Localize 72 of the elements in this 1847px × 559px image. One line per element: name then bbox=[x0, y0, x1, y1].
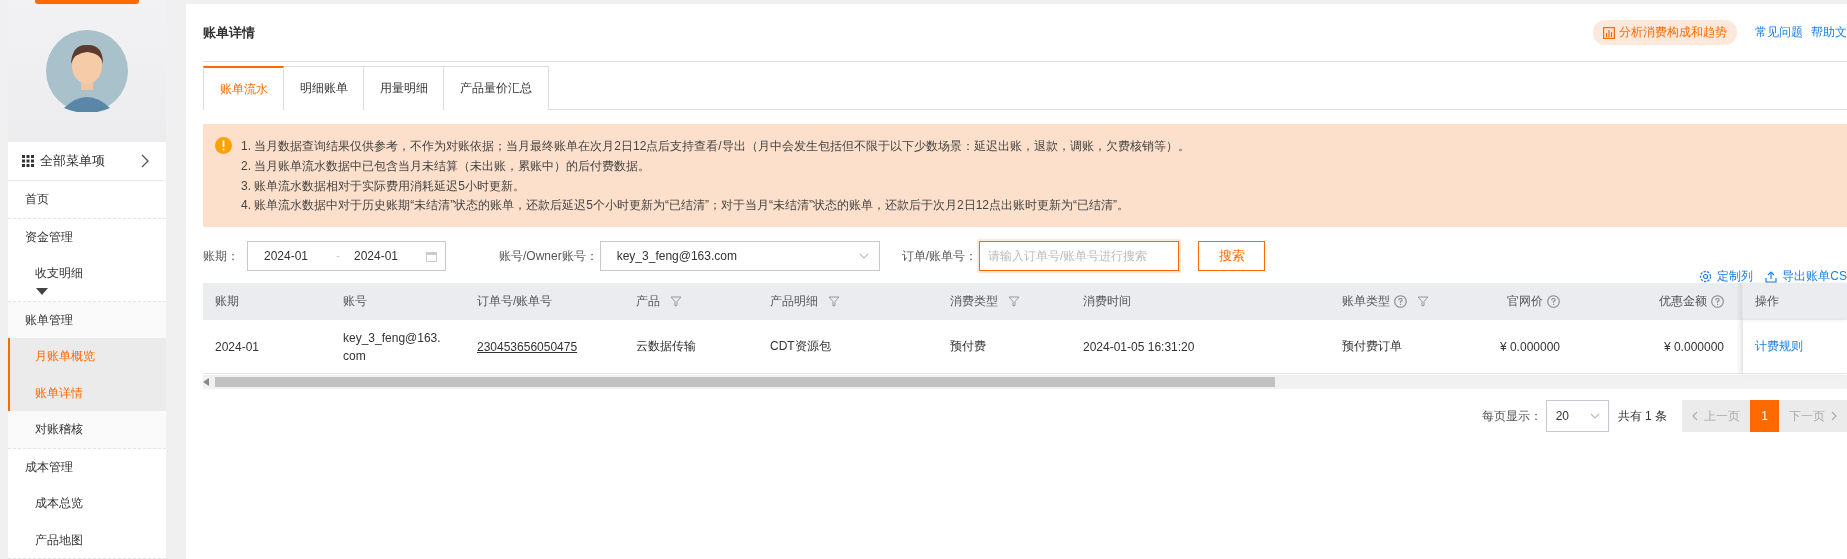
tab[interactable]: 明细账单 bbox=[283, 66, 364, 110]
page-size-label: 每页显示： bbox=[1481, 407, 1542, 425]
filter-icon[interactable] bbox=[1417, 296, 1429, 308]
table-cell-text: key_3_feng@163.com bbox=[343, 329, 442, 365]
tab[interactable]: 用量明细 bbox=[363, 66, 444, 110]
bar-chart-icon bbox=[1603, 26, 1615, 39]
scrollbar-thumb[interactable] bbox=[215, 377, 1275, 388]
chevron-right-icon bbox=[140, 154, 150, 168]
upload-icon bbox=[1765, 270, 1778, 283]
caret-down-icon[interactable] bbox=[36, 287, 48, 295]
menu-group-item[interactable]: 首页 bbox=[8, 181, 166, 218]
field-label: 账期： bbox=[203, 247, 239, 265]
submenu-item[interactable]: 收支明细 bbox=[8, 255, 166, 292]
help-link[interactable]: 常见问题 bbox=[1755, 24, 1803, 41]
column-header: 消费类型 bbox=[950, 293, 998, 311]
total-count: 共有 1 条 bbox=[1617, 407, 1667, 425]
chevron-left-icon bbox=[1692, 411, 1698, 422]
billing-rules-link[interactable]: 计费规则 bbox=[1755, 338, 1803, 356]
chevron-right-icon bbox=[1831, 411, 1837, 422]
table-cell: ¥ 0.000000 bbox=[1499, 339, 1560, 354]
chevron-down-icon bbox=[858, 253, 869, 260]
help-link[interactable]: 帮助文 bbox=[1811, 24, 1847, 41]
all-menu-item[interactable]: 全部菜单项 bbox=[8, 142, 166, 181]
column-header: 产品明细 bbox=[770, 293, 818, 311]
table-cell: 预付费 bbox=[950, 338, 986, 356]
field-label: 订单/账单号： bbox=[901, 247, 978, 265]
page-size-select[interactable]: 20 bbox=[1545, 400, 1609, 433]
column-header: 账号 bbox=[343, 293, 367, 311]
chevron-down-icon bbox=[1589, 413, 1600, 420]
column-header: 官网价 bbox=[1507, 293, 1543, 311]
field-label: 账号/Owner账号： bbox=[499, 247, 598, 265]
settings-icon bbox=[1699, 270, 1713, 284]
notice-text: 4. 账单流水数据中对于历史账期“未结清”状态的账单，还款后延迟5个小时更新为“已结清”；对于当月“未结清”状态的账单，还款后于次月2日12点出账时更新为“已结清”。 bbox=[241, 197, 1130, 215]
submenu-item[interactable]: 对账稽核 bbox=[8, 411, 166, 448]
column-header: 消费时间 bbox=[1083, 293, 1131, 311]
notice-text: 3. 账单流水数据相对于实际费用消耗延迟5小时更新。 bbox=[241, 177, 526, 195]
column-header: 优惠金额 bbox=[1659, 293, 1707, 311]
page-title: 账单详情 bbox=[203, 23, 256, 42]
customize-columns-link[interactable]: 定制列 bbox=[1699, 268, 1754, 286]
info-icon bbox=[215, 137, 232, 154]
filter-icon[interactable] bbox=[670, 296, 682, 308]
submenu-item[interactable]: 产品地图 bbox=[8, 521, 166, 558]
table-cell: 云数据传输 bbox=[636, 338, 696, 356]
avatar-icon bbox=[46, 30, 128, 112]
calendar-icon bbox=[426, 250, 437, 262]
order-search-field[interactable]: 请输入订单号/账单号进行搜索 bbox=[979, 241, 1180, 272]
column-header: 订单号/账单号 bbox=[477, 293, 553, 311]
menu-group-item[interactable]: 资金管理 bbox=[8, 218, 166, 255]
submenu-item[interactable]: 成本总览 bbox=[8, 485, 166, 522]
column-header: 操作 bbox=[1755, 293, 1779, 311]
table-cell: 2024-01-05 16:31:20 bbox=[1083, 339, 1195, 354]
column-header: 产品 bbox=[636, 293, 660, 311]
order-number-link[interactable]: 230453656050475 bbox=[477, 339, 578, 354]
table-cell: 预付费订单 bbox=[1342, 338, 1402, 356]
table-cell: 2024-01 bbox=[215, 339, 260, 354]
filter-icon[interactable] bbox=[828, 296, 840, 308]
notice-text: 1. 当月数据查询结果仅供参考，不作为对账依据；当月最终账单在次月2日12点后支持查看/导出（月中会发生包括但不限于以下少数场景：延迟出账，退款，调账，欠费核销等）。 bbox=[241, 138, 1190, 155]
menu-group-item[interactable]: 账单管理 bbox=[8, 301, 166, 338]
scroll-left-icon bbox=[203, 378, 209, 387]
export-link[interactable]: 导出账单CS bbox=[1765, 268, 1847, 286]
date-range-field[interactable]: 2024-01 - 2024-01 bbox=[247, 241, 446, 272]
table-cell: CDT资源包 bbox=[770, 338, 831, 356]
menu-group-item[interactable]: 成本管理 bbox=[8, 448, 166, 485]
filter-icon[interactable] bbox=[1008, 296, 1020, 308]
column-header: 账单类型 bbox=[1342, 293, 1390, 311]
column-header: 账期 bbox=[215, 293, 239, 311]
notice-text: 2. 当月账单流水数据中已包含当月未结算（未出账，累账中）的后付费数据。 bbox=[241, 157, 652, 175]
horizontal-scrollbar[interactable] bbox=[203, 375, 1847, 390]
table-cell: ¥ 0.000000 bbox=[1663, 339, 1724, 354]
tab[interactable]: 产品量价汇总 bbox=[443, 66, 549, 110]
grid-icon bbox=[22, 155, 34, 167]
account-select[interactable]: key_3_feng@163.com bbox=[599, 241, 880, 272]
